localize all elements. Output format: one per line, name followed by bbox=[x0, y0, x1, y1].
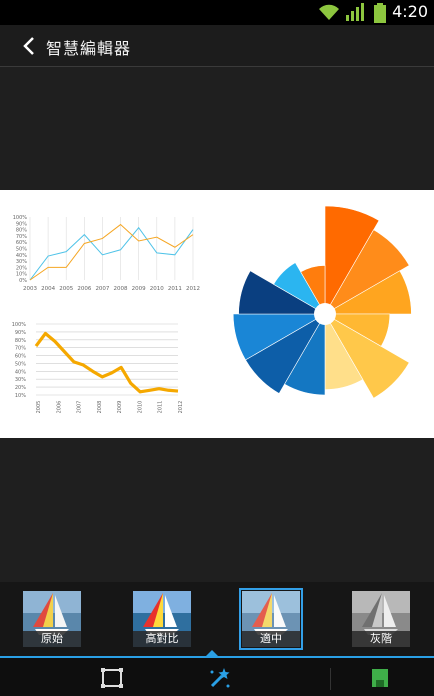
y-tick-label: 30% bbox=[15, 377, 26, 383]
y-tick-label: 90% bbox=[15, 330, 26, 336]
x-tick-label: 2011 bbox=[158, 401, 164, 414]
x-tick-label: 2006 bbox=[77, 286, 91, 292]
pie-center-hole bbox=[314, 303, 336, 325]
x-tick-label: 2006 bbox=[56, 401, 62, 414]
y-tick-label: 90% bbox=[16, 221, 27, 227]
y-tick-label: 10% bbox=[16, 272, 27, 278]
filter-high-contrast[interactable]: 高對比 bbox=[132, 590, 192, 648]
y-tick-label: 10% bbox=[15, 393, 26, 399]
x-tick-label: 2005 bbox=[36, 401, 42, 414]
x-tick-label: 2011 bbox=[168, 286, 182, 292]
filter-moderate[interactable]: 適中 bbox=[239, 588, 303, 650]
x-tick-label: 2009 bbox=[117, 401, 123, 414]
x-tick-label: 2012 bbox=[186, 286, 200, 292]
y-tick-label: 80% bbox=[15, 338, 26, 344]
wifi-icon bbox=[319, 4, 339, 20]
status-time: 4:20 bbox=[392, 2, 428, 21]
filter-grayscale[interactable]: 灰階 bbox=[351, 590, 411, 648]
status-bar: 4:20 bbox=[0, 0, 434, 25]
page-title: 智慧編輯器 bbox=[46, 39, 132, 58]
action-bar: 智慧編輯器 bbox=[0, 25, 434, 67]
signal-icon bbox=[346, 3, 364, 21]
y-tick-label: 20% bbox=[15, 385, 26, 391]
series-line bbox=[29, 226, 194, 281]
back-icon[interactable] bbox=[18, 34, 42, 58]
x-tick-label: 2004 bbox=[41, 286, 55, 292]
filter-label: 適中 bbox=[242, 631, 300, 647]
y-tick-label: 70% bbox=[16, 234, 27, 240]
bottom-toolbar bbox=[0, 650, 434, 696]
active-tab-indicator bbox=[206, 650, 218, 656]
y-tick-label: 40% bbox=[16, 253, 27, 259]
x-tick-label: 2007 bbox=[95, 286, 109, 292]
filter-original[interactable]: 原始 bbox=[22, 590, 82, 648]
y-tick-label: 100% bbox=[12, 322, 27, 328]
crop-icon[interactable] bbox=[98, 664, 126, 692]
edited-image: 2003 2004 2005 2006 2007 2008 2009 2010 2011 2012… bbox=[12, 205, 412, 414]
y-tick-label: 0% bbox=[19, 278, 27, 284]
toolbar-divider bbox=[330, 668, 331, 690]
y-tick-label: 40% bbox=[15, 369, 26, 375]
save-icon[interactable] bbox=[366, 664, 394, 692]
y-tick-label: 30% bbox=[16, 259, 27, 265]
image-canvas[interactable]: 2003 2004 2005 2006 2007 2008 2009 2010 2011 2012… bbox=[0, 190, 434, 438]
filter-label: 灰階 bbox=[352, 631, 410, 647]
x-tick-label: 2010 bbox=[137, 401, 143, 414]
y-tick-label: 50% bbox=[16, 247, 27, 253]
x-tick-label: 2010 bbox=[150, 286, 164, 292]
y-tick-label: 100% bbox=[13, 215, 28, 221]
x-tick-label: 2012 bbox=[178, 401, 184, 414]
filter-label: 原始 bbox=[23, 631, 81, 647]
y-tick-label: 60% bbox=[16, 240, 27, 246]
x-tick-label: 2007 bbox=[77, 401, 83, 414]
filter-label: 高對比 bbox=[133, 631, 191, 647]
y-tick-label: 60% bbox=[15, 354, 26, 360]
y-tick-label: 20% bbox=[16, 265, 27, 271]
x-tick-label: 2009 bbox=[132, 286, 146, 292]
y-tick-label: 50% bbox=[15, 361, 26, 367]
x-tick-label: 2008 bbox=[114, 286, 128, 292]
y-tick-label: 80% bbox=[16, 228, 27, 234]
x-tick-label: 2003 bbox=[23, 286, 37, 292]
series-line bbox=[34, 331, 179, 394]
magic-wand-icon[interactable] bbox=[204, 664, 232, 692]
filter-strip: 原始 高對比 適中 灰階 bbox=[0, 582, 434, 656]
battery-icon bbox=[374, 3, 386, 23]
y-tick-label: 70% bbox=[15, 346, 26, 352]
x-tick-label: 2008 bbox=[97, 401, 103, 414]
x-tick-label: 2005 bbox=[59, 286, 73, 292]
